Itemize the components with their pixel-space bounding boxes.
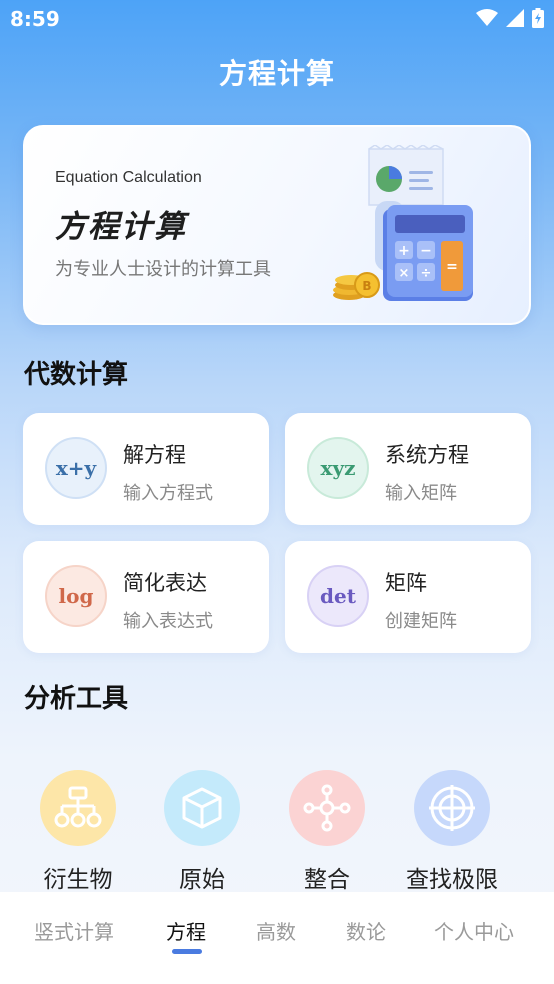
card-title: 矩阵 [385, 571, 427, 595]
det-icon: det [307, 565, 369, 627]
bottom-tab-bar: 竖式计算 方程 高数 数论 个人中心 [0, 892, 554, 984]
calculator-illustration-icon: + − × ÷ = B [333, 145, 473, 301]
log-icon: log [45, 565, 107, 627]
xyz-icon: xyz [307, 437, 369, 499]
banner-title-cn: 方程计算 [55, 209, 187, 245]
hierarchy-icon [40, 770, 116, 846]
cube-icon [164, 770, 240, 846]
analysis-section-title: 分析工具 [24, 684, 129, 714]
svg-text:×: × [399, 266, 410, 281]
tab-equation[interactable]: 方程 [166, 916, 206, 945]
network-icon [289, 770, 365, 846]
card-subtitle: 输入表达式 [123, 611, 213, 632]
card-title: 简化表达 [123, 571, 207, 595]
battery-icon [532, 8, 544, 28]
status-bar: 8:59 [0, 0, 554, 38]
banner-subtitle: 为专业人士设计的计算工具 [55, 259, 271, 280]
tool-label: 整合 [304, 867, 350, 893]
card-title: 解方程 [123, 443, 186, 467]
banner-title-en: Equation Calculation [55, 169, 202, 186]
card-system-equation[interactable]: xyz 系统方程 输入矩阵 [285, 413, 531, 525]
wifi-icon [476, 9, 498, 26]
banner-card: Equation Calculation 方程计算 为专业人士设计的计算工具 +… [23, 125, 531, 325]
tool-primitive[interactable]: 原始 [152, 770, 252, 894]
card-title: 系统方程 [385, 443, 469, 467]
status-icons [476, 8, 544, 28]
card-matrix[interactable]: det 矩阵 创建矩阵 [285, 541, 531, 653]
svg-text:=: = [446, 259, 458, 275]
tool-label: 原始 [179, 867, 225, 893]
tab-vertical-calculation[interactable]: 竖式计算 [34, 916, 114, 945]
card-solve-equation[interactable]: x+y 解方程 输入方程式 [23, 413, 269, 525]
card-simplify-expression[interactable]: log 简化表达 输入表达式 [23, 541, 269, 653]
tab-number-theory[interactable]: 数论 [346, 916, 386, 945]
page-title: 方程计算 [218, 57, 335, 90]
tool-label: 查找极限 [406, 867, 498, 893]
card-subtitle: 创建矩阵 [385, 611, 457, 632]
svg-text:+: + [398, 243, 410, 259]
card-subtitle: 输入矩阵 [385, 483, 457, 504]
tool-integrate[interactable]: 整合 [277, 770, 377, 894]
tab-advanced-math[interactable]: 高数 [256, 916, 296, 945]
tool-derivative[interactable]: 衍生物 [28, 770, 128, 894]
card-subtitle: 输入方程式 [123, 483, 213, 504]
algebra-section-title: 代数计算 [24, 360, 129, 390]
tool-find-limit[interactable]: 查找极限 [402, 770, 502, 894]
signal-icon [506, 9, 524, 27]
target-icon [414, 770, 490, 846]
svg-text:B: B [362, 279, 371, 293]
tool-label: 衍生物 [43, 867, 113, 893]
svg-text:÷: ÷ [421, 266, 432, 281]
svg-text:−: − [420, 243, 432, 259]
x-plus-y-icon: x+y [45, 437, 107, 499]
active-tab-indicator [172, 949, 202, 954]
status-time: 8:59 [10, 7, 60, 31]
tab-profile[interactable]: 个人中心 [434, 916, 514, 945]
